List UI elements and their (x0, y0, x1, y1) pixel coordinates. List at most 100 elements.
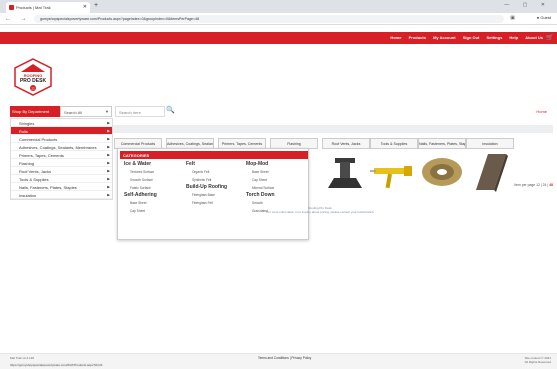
chevron-right-icon: ▶ (107, 121, 110, 125)
breadcrumb-band (113, 125, 553, 133)
sidebar-item-nails[interactable]: Nails, Fasteners, Plates, Staples ▶ (11, 183, 112, 191)
mega-column-2: Felt Organic Felt Synthetic Felt Build-U… (186, 161, 246, 207)
browser-tab[interactable]: Products | Mat Trak ✕ (6, 2, 90, 13)
mega-section-self-adhering[interactable]: Self-Adhering (124, 192, 184, 199)
profile-button[interactable]: ● Guest (537, 15, 551, 20)
mega-item[interactable]: Fiberglass Base (186, 191, 246, 199)
cart-icon[interactable]: 🛒 (546, 34, 554, 42)
shop-by-department-button[interactable]: Shop By Department (10, 106, 60, 117)
mega-item[interactable]: Organic Felt (186, 168, 246, 176)
nav-link-settings[interactable]: Settings (487, 35, 503, 40)
sidebar-item-roof-vents[interactable]: Roof Vents, Jacks ▶ (11, 167, 112, 175)
contact-notice: Roofing Pro Desk For more information or… (200, 206, 440, 214)
sidebar-item-flashing[interactable]: Flashing ▶ (11, 159, 112, 167)
new-tab-icon[interactable]: + (94, 2, 98, 9)
search-all-label: Search All (64, 110, 83, 115)
mega-section-torch-down[interactable]: Torch Down (246, 192, 306, 199)
sidebar-item-label: Insulation (19, 193, 37, 198)
chevron-right-icon: ▶ (107, 145, 110, 149)
top-nav-links: Home Products My Account Sign Out Settin… (384, 35, 543, 40)
sidebar-item-label: Rolls (19, 129, 28, 134)
nav-link-products[interactable]: Products (409, 35, 426, 40)
items-per-page-12[interactable]: 12 (536, 183, 540, 187)
close-tab-icon[interactable]: ✕ (83, 4, 87, 10)
chevron-right-icon: ▶ (107, 193, 110, 197)
mega-item[interactable]: Synthetic Felt (186, 176, 246, 184)
tab-title: Products | Mat Trak (16, 5, 51, 10)
profile-label: Guest (540, 15, 551, 20)
search-all-select[interactable]: Search All ▼ (60, 106, 112, 117)
footer-links[interactable]: Terms and Conditions | Privacy Policy (258, 356, 311, 360)
nav-link-sign-out[interactable]: Sign Out (463, 35, 480, 40)
footer: Mat Trak v2.2.148 Terms and Conditions |… (0, 353, 557, 369)
mega-section-mop-mod[interactable]: Mop-Mod (246, 161, 306, 168)
footer-copyright-line2: All Rights Reserved (524, 360, 551, 364)
nav-link-my-account[interactable]: My Account (433, 35, 456, 40)
chevron-right-icon: ▶ (107, 153, 110, 157)
chevron-right-icon: ▶ (107, 137, 110, 141)
items-per-page: Item per page 12 | 24 | 48 (514, 183, 553, 187)
nav-link-home[interactable]: Home (390, 35, 401, 40)
tab-tools[interactable]: Tools & Supplies (370, 138, 418, 149)
home-link[interactable]: Home (536, 109, 547, 114)
chevron-right-icon: ▶ (107, 129, 110, 133)
sidebar-item-label: Tools & Supplies (19, 177, 49, 182)
address-bar: ← → ⟳ gomyshopspecialspovertyware.com/Pr… (0, 13, 557, 25)
sidebar-item-shingles[interactable]: Shingles ▶ (11, 119, 112, 127)
sidebar-item-label: Shingles (19, 121, 35, 126)
extensions-icon[interactable]: ▣ (510, 15, 515, 21)
notice-body: For more information or to inquire about… (266, 210, 374, 214)
search-input[interactable]: Search here (115, 106, 165, 117)
sidebar-item-rolls[interactable]: Rolls ▶ (11, 127, 112, 135)
nav-link-help[interactable]: Help (509, 35, 518, 40)
mega-item[interactable]: Mineral Surface (246, 184, 306, 192)
items-per-page-24[interactable]: 24 (543, 183, 547, 187)
mega-item[interactable]: Fabric Surface (124, 184, 184, 192)
sidebar-item-label: Commercial Products (19, 137, 58, 142)
sidebar-item-commercial-products[interactable]: Commercial Products ▶ (11, 135, 112, 143)
favicon-icon (9, 5, 14, 10)
department-sidebar: Shingles ▶ Rolls ▶ Commercial Products ▶ Ad… (10, 118, 113, 200)
sidebar-item-label: Flashing (19, 161, 35, 166)
tab-nails[interactable]: Nails, Fasteners, Plates, Staples (418, 138, 466, 149)
search-icon[interactable]: 🔍 (166, 106, 175, 114)
status-bar-url: https://gomyshopspecialspovertyware.com/… (10, 363, 103, 367)
sidebar-item-label: Adhesives, Coatings, Sealants, Membranes (19, 145, 97, 150)
logo-line2: PRO DESK (20, 78, 47, 84)
top-nav-bar: Home Products My Account Sign Out Settin… (0, 32, 557, 44)
sidebar-item-label: Roof Vents, Jacks (19, 169, 52, 174)
sidebar-item-label: Nails, Fasteners, Plates, Staples (19, 185, 77, 190)
pager-row: Item per page 12 | 24 | 48 (311, 181, 553, 189)
mega-item[interactable]: Base Sheet (124, 199, 184, 207)
mega-item[interactable]: Cap Sheet (124, 207, 184, 215)
mega-item[interactable]: Textured Surface (124, 168, 184, 176)
chevron-right-icon: ▶ (107, 177, 110, 181)
mega-item[interactable]: Cap Sheet (246, 176, 306, 184)
chevron-right-icon: ▶ (107, 185, 110, 189)
tab-insulation[interactable]: Insulation (466, 138, 514, 149)
mega-item[interactable]: Smooth Surface (124, 176, 184, 184)
tab-roof-vents[interactable]: Roof Vents, Jacks (322, 138, 370, 149)
chevron-right-icon: ▶ (107, 169, 110, 173)
items-per-page-label: Item per page (514, 183, 536, 187)
sidebar-item-adhesives[interactable]: Adhesives, Coatings, Sealants, Membranes… (11, 143, 112, 151)
mega-section-build-up-roofing[interactable]: Build-Up Roofing (186, 184, 246, 191)
footer-copyright: Site content © 2021 All Rights Reserved (525, 356, 551, 364)
roofing-pro-desk-logo[interactable]: ROOFING PRO DESK 22 (14, 58, 52, 96)
url-field[interactable]: gomyshopspecialspovertyware.com/Products… (34, 15, 504, 23)
mega-section-felt[interactable]: Felt (186, 161, 246, 168)
chevron-right-icon: ▶ (107, 161, 110, 165)
sidebar-item-insulation[interactable]: Insulation ▶ (11, 191, 112, 199)
sidebar-item-primers[interactable]: Primers, Tapes, Cements ▶ (11, 151, 112, 159)
sidebar-item-tools[interactable]: Tools & Supplies ▶ (11, 175, 112, 183)
sidebar-item-label: Primers, Tapes, Cements (19, 153, 64, 158)
mega-item[interactable]: Base Sheet (246, 168, 306, 176)
logo-badge: 22 (31, 87, 35, 91)
items-per-page-48[interactable]: 48 (549, 183, 553, 187)
mega-section-ice-water[interactable]: Ice & Water (124, 161, 184, 168)
nav-link-about-us[interactable]: About Us (525, 35, 543, 40)
window-controls[interactable]: — ▢ ✕ (504, 2, 551, 8)
search-row: Shop By Department Search All ▼ Search h… (0, 106, 557, 118)
mega-menu-header: CATEGORIES (120, 151, 308, 159)
categories-mega-menu: CATEGORIES Ice & Water Textured Surface … (117, 148, 309, 240)
